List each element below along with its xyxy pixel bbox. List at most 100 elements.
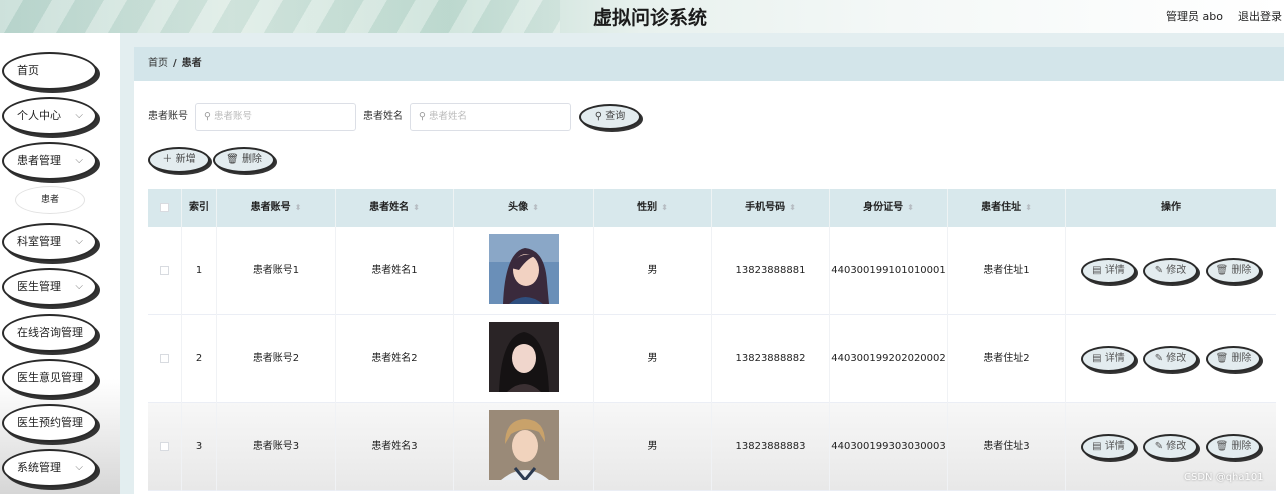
column-label: 患者姓名 (369, 202, 410, 213)
chevron-down-icon: ⌵ (75, 110, 83, 121)
column-header-name[interactable]: 患者姓名 ⬍ (336, 189, 454, 227)
column-header-account[interactable]: 患者账号 ⬍ (217, 189, 336, 227)
delete-button[interactable]: 🗑 删除 (1206, 346, 1261, 372)
query-button-label: 查询 (605, 111, 626, 122)
sidebar-subitem-patient[interactable]: 患者 (15, 186, 85, 214)
sort-icon[interactable]: ⬍ (661, 203, 668, 212)
detail-button[interactable]: ▤ 详情 (1081, 346, 1136, 372)
select-all-cell (148, 189, 182, 227)
edit-button[interactable]: ✎ 修改 (1143, 258, 1198, 284)
app-title: 虚拟问诊系统 (592, 7, 707, 29)
edit-button[interactable]: ✎ 修改 (1143, 434, 1198, 460)
index-cell: 2 (182, 315, 217, 403)
sidebar-item-system-management[interactable]: 系统管理 ⌵ (2, 449, 97, 487)
row-checkbox[interactable] (160, 265, 169, 275)
column-label: 身份证号 (863, 202, 904, 213)
edit-icon: ✎ (1154, 441, 1167, 452)
admin-label: 管理员 abo (1166, 10, 1223, 23)
sort-icon[interactable]: ⬍ (413, 203, 420, 212)
edit-button-label: 修改 (1166, 265, 1187, 276)
avatar (489, 410, 559, 480)
detail-button-label: 详情 (1104, 353, 1125, 364)
sidebar-item-label: 医生意见管理 (17, 371, 83, 384)
chevron-down-icon: ⌵ (75, 236, 83, 247)
sort-icon[interactable]: ⬍ (1025, 203, 1032, 212)
detail-button-label: 详情 (1104, 265, 1125, 276)
sidebar-item-label: 在线咨询管理 (17, 326, 83, 339)
sidebar-item-home[interactable]: 首页 (2, 52, 97, 90)
logout-link[interactable]: 退出登录 (1238, 8, 1282, 24)
table-header: 索引 患者账号 ⬍ 患者姓名 ⬍ 头像 ⬍ 性别 ⬍ 手机号码 ⬍ 身份证号 ⬍ 患者住址 ⬍… (148, 189, 1276, 227)
column-label: 手机号码 (745, 202, 786, 213)
trash-icon: 🗑 (1215, 265, 1232, 276)
table-row: 3 患者账号3 患者姓名3 男 13823888883 440300199303… (148, 403, 1276, 491)
sidebar-item-label: 科室管理 (17, 235, 61, 248)
column-header-phone[interactable]: 手机号码 ⬍ (712, 189, 830, 227)
sidebar-item-consultation-management[interactable]: 在线咨询管理 (2, 314, 97, 352)
document-icon: ▤ (1092, 265, 1105, 276)
name-search-placeholder: 患者姓名 (428, 111, 467, 122)
actions-cell: ▤ 详情 ✎ 修改 🗑 删除 (1066, 227, 1276, 315)
table-row: 1 患者账号1 患者姓名1 男 13823888881 440300199101… (148, 227, 1276, 315)
document-icon: ▤ (1092, 353, 1105, 364)
delete-button[interactable]: 🗑 删除 (1206, 434, 1261, 460)
sort-icon[interactable]: ⬍ (907, 203, 914, 212)
sidebar-item-label: 医生预约管理 (17, 416, 83, 429)
account-cell: 患者账号1 (217, 227, 336, 315)
trash-icon: 🗑 (1215, 353, 1232, 364)
sort-icon[interactable]: ⬍ (789, 203, 796, 212)
sidebar-item-doctor-management[interactable]: 医生管理 ⌵ (2, 268, 97, 306)
sidebar-item-department-management[interactable]: 科室管理 ⌵ (2, 223, 97, 261)
delete-button[interactable]: 🗑 删除 (1206, 258, 1261, 284)
add-button[interactable]: ＋ 新增 (148, 147, 210, 173)
address-cell: 患者住址2 (948, 315, 1066, 403)
name-search-input[interactable]: ⚲ 患者姓名 (410, 103, 571, 131)
avatar-cell (454, 315, 594, 403)
detail-button[interactable]: ▤ 详情 (1081, 258, 1136, 284)
trash-icon: 🗑 (1215, 441, 1232, 452)
account-cell: 患者账号2 (217, 315, 336, 403)
column-header-avatar[interactable]: 头像 ⬍ (454, 189, 594, 227)
chevron-down-icon: ⌵ (75, 155, 83, 166)
id-number-cell: 440300199202020002 (830, 315, 948, 403)
detail-button[interactable]: ▤ 详情 (1081, 434, 1136, 460)
sidebar-item-label: 系统管理 (17, 461, 61, 474)
name-search-label: 患者姓名 (363, 111, 403, 122)
edit-button[interactable]: ✎ 修改 (1143, 346, 1198, 372)
sidebar-item-label: 首页 (17, 64, 39, 77)
sidebar-item-label: 患者管理 (17, 154, 61, 167)
sidebar-item-appointment-management[interactable]: 医生预约管理 (2, 404, 97, 442)
column-header-address[interactable]: 患者住址 ⬍ (948, 189, 1066, 227)
sidebar-item-label: 医生管理 (17, 280, 61, 293)
edit-icon: ✎ (1154, 265, 1167, 276)
account-search-input[interactable]: ⚲ 患者账号 (195, 103, 356, 131)
row-checkbox[interactable] (160, 441, 169, 451)
sort-icon[interactable]: ⬍ (295, 203, 302, 212)
account-cell: 患者账号3 (217, 403, 336, 491)
delete-button-label: 删除 (1231, 353, 1252, 364)
column-label: 性别 (637, 202, 658, 213)
sidebar-item-patient-management[interactable]: 患者管理 ⌵ (2, 142, 97, 180)
row-select-cell (148, 403, 182, 491)
sidebar-item-personal-center[interactable]: 个人中心 ⌵ (2, 97, 97, 135)
breadcrumb-current: 患者 (181, 58, 202, 69)
column-header-gender[interactable]: 性别 ⬍ (594, 189, 712, 227)
sidebar-item-label: 个人中心 (17, 109, 61, 122)
sort-icon[interactable]: ⬍ (532, 203, 539, 212)
search-icon: ⚲ (419, 111, 426, 122)
main-area: 首页 / 患者 患者账号 ⚲ 患者账号 患者姓名 ⚲ 患者姓名 ⚲ 查询 ＋ 新增 🗑 … (120, 33, 1284, 494)
sidebar: 首页 个人中心 ⌵ 患者管理 ⌵ 患者 科室管理 ⌵ 医生管理 ⌵ 在线咨询管理… (0, 33, 120, 494)
row-checkbox[interactable] (160, 353, 169, 363)
gender-cell: 男 (594, 403, 712, 491)
sidebar-item-opinion-management[interactable]: 医生意见管理 (2, 359, 97, 397)
column-header-id-number[interactable]: 身份证号 ⬍ (830, 189, 948, 227)
batch-delete-button[interactable]: 🗑 删除 (213, 147, 275, 173)
column-label: 头像 (508, 202, 529, 213)
gender-cell: 男 (594, 315, 712, 403)
select-all-checkbox[interactable] (160, 202, 169, 212)
row-select-cell (148, 315, 182, 403)
avatar (489, 322, 559, 392)
breadcrumb-home[interactable]: 首页 (148, 58, 168, 69)
query-button[interactable]: ⚲ 查询 (579, 104, 641, 130)
name-cell: 患者姓名2 (336, 315, 454, 403)
